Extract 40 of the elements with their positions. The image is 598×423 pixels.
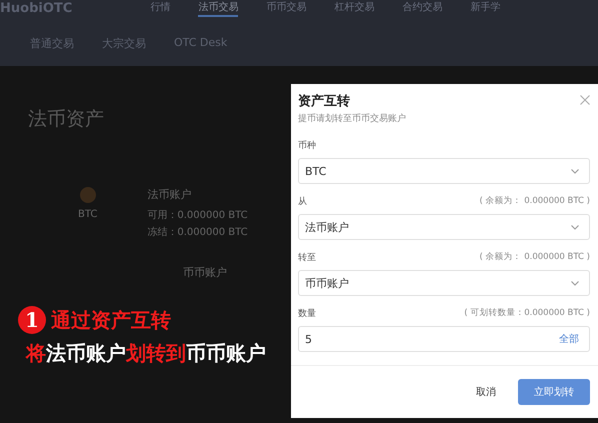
balance-note: ( 余额为： 0.000000 BTC ) [480, 195, 590, 208]
page-title: 法币资产 [28, 107, 105, 132]
field-label: 数量 [298, 308, 316, 320]
nav-tab[interactable]: 行情 [150, 0, 170, 16]
nav-tab[interactable]: 法币交易 [198, 0, 238, 16]
confirm-button[interactable]: 立即划转 [518, 379, 590, 405]
field-label: 从 [298, 196, 307, 208]
sub-nav-link[interactable]: 普通交易 [30, 36, 74, 51]
sub-nav-link[interactable]: 大宗交易 [102, 36, 146, 51]
field-label: 币种 [298, 140, 316, 152]
chevron-down-icon [571, 280, 579, 286]
balance-text: 可用：0.000000 BTC [147, 209, 248, 222]
dialog-title: 资产互转 [298, 92, 351, 110]
balance-note: ( 可划转数量：0.000000 BTC ) [464, 307, 590, 320]
select-field[interactable]: 币币账户 [298, 270, 590, 296]
annotation-title: 通过资产互转 [51, 306, 171, 334]
sub-nav-link[interactable]: OTC Desk [174, 36, 228, 51]
account-title: 币币账户 [183, 266, 227, 279]
balance-text: 冻结：0.000000 BTC [147, 226, 248, 239]
cancel-button[interactable]: 取消 [476, 385, 496, 399]
balance-note: ( 余额为： 0.000000 BTC ) [480, 251, 590, 264]
nav-tab[interactable]: 合约交易 [402, 0, 442, 16]
logo[interactable]: HuobiOTC [0, 0, 72, 16]
coin-name: BTC [78, 209, 98, 220]
nav-tab[interactable]: 新手学 [470, 0, 500, 16]
account-title: 法币账户 [147, 187, 192, 202]
step-number: 1 [18, 306, 46, 334]
chevron-down-icon [571, 168, 579, 174]
chevron-down-icon [571, 224, 579, 230]
annotation-text: 将法币账户划转到币币账户 [24, 340, 266, 367]
select-field[interactable]: BTC [298, 158, 590, 184]
coin-icon [80, 187, 96, 203]
all-link[interactable]: 全部 [559, 332, 579, 346]
dialog-subtitle: 提币请划转至币币交易账户 [298, 112, 406, 125]
field-label: 转至 [298, 252, 316, 264]
select-field[interactable]: 法币账户 [298, 214, 590, 240]
nav-tab[interactable]: 杠杆交易 [334, 0, 374, 16]
nav-tab[interactable]: 币币交易 [266, 0, 306, 16]
close-icon[interactable] [580, 95, 590, 105]
amount-field[interactable]: 5 [305, 332, 312, 346]
